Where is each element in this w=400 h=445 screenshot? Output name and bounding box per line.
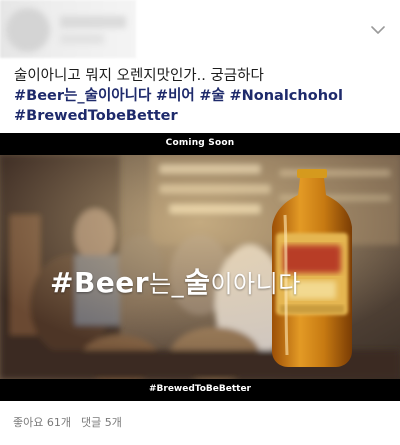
- post-caption-text: 술이아니고 뭐지 오렌지맛인가.. 궁금하다: [14, 68, 264, 84]
- author-name-blurred: [60, 16, 126, 28]
- overlay-tail: 이아니다: [210, 270, 301, 298]
- video-player[interactable]: Coming Soon #Beer는_술이아니다 #BrewedToBeBett…: [0, 133, 400, 401]
- video-overlay-text: #Beer는_술이아니다: [50, 261, 301, 301]
- avatar[interactable]: [6, 8, 50, 52]
- video-bottom-bar: #BrewedToBeBetter: [0, 379, 400, 401]
- comments-count[interactable]: 댓글 5개: [81, 416, 122, 429]
- hashtag-brewed[interactable]: #BrewedTobeBetter: [14, 108, 178, 124]
- hashtag-row: #BrewedTobeBetter: [14, 106, 394, 126]
- video-bottom-caption: #BrewedToBeBetter: [148, 384, 251, 394]
- post-header: [0, 0, 400, 62]
- chevron-down-icon[interactable]: [370, 24, 386, 36]
- likes-count[interactable]: 좋아요 61개: [13, 416, 71, 429]
- hashtag-row: #Beer는_술이아니다 #비어 #술 #Nonalchohol: [14, 86, 394, 106]
- hashtag-nonalcohol[interactable]: #Nonalchohol: [229, 88, 342, 104]
- post-time-blurred: [60, 34, 104, 44]
- hashtag-beer[interactable]: #Beer는_술이아니다: [14, 88, 151, 104]
- overlay-word: 술: [184, 266, 211, 299]
- post-stats: 좋아요 61개 댓글 5개: [13, 414, 122, 430]
- hashtag-sul[interactable]: #술: [199, 88, 225, 104]
- overlay-hashtag: #Beer: [50, 266, 150, 299]
- author-info-blurred[interactable]: [0, 0, 136, 58]
- post-caption: 술이아니고 뭐지 오렌지맛인가.. 궁금하다 #Beer는_술이아니다 #비어 …: [14, 66, 394, 126]
- video-top-caption: Coming Soon: [165, 138, 235, 148]
- overlay-small: 는_: [149, 270, 185, 298]
- video-top-bar: Coming Soon: [0, 133, 400, 155]
- hashtag-biyeo[interactable]: #비어: [156, 88, 195, 104]
